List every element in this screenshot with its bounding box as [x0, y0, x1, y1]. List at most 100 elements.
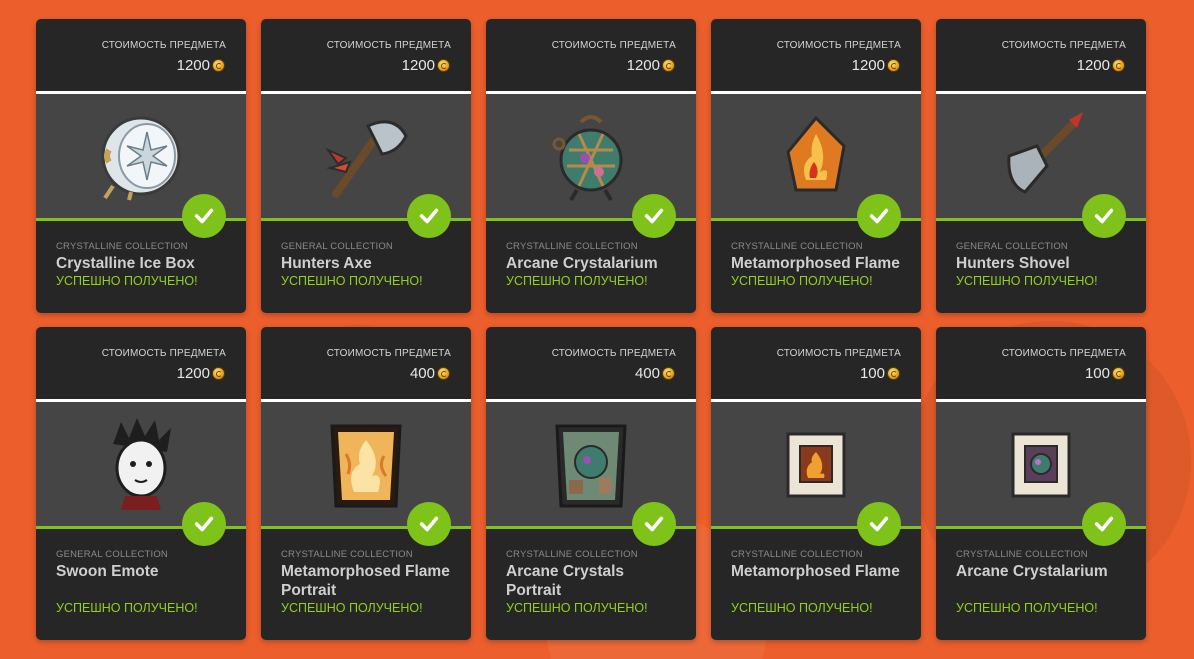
acquired-check-icon — [1082, 194, 1126, 238]
price-value: 1200 — [1076, 57, 1110, 74]
item-image-area — [711, 94, 921, 238]
price-header: СТОИМОСТЬ ПРЕДМЕТА 1200 — [36, 19, 246, 94]
price-header: СТОИМОСТЬ ПРЕДМЕТА 1200 — [486, 19, 696, 94]
coin-icon — [662, 367, 675, 380]
acquired-check-icon — [632, 502, 676, 546]
price: 100 — [1085, 365, 1125, 382]
price-value: 400 — [634, 365, 660, 382]
price-value: 1200 — [401, 57, 435, 74]
crystalarium-frame-icon — [1011, 432, 1071, 498]
flame-portrait-icon — [330, 424, 402, 508]
item-card[interactable]: СТОИМОСТЬ ПРЕДМЕТА 1200 CRYSTALLINE COLL… — [486, 19, 696, 313]
price: 400 — [410, 365, 450, 382]
item-name: Metamorphosed Flame — [731, 255, 900, 272]
price: 1200 — [1077, 57, 1125, 74]
coin-icon — [1112, 59, 1125, 72]
item-name: Arcane Crystalarium — [506, 255, 658, 272]
item-image-area — [711, 402, 921, 546]
price-label: СТОИМОСТЬ ПРЕДМЕТА — [1001, 40, 1126, 51]
status-text: УСПЕШНО ПОЛУЧЕНО! — [956, 274, 1098, 288]
item-card[interactable]: СТОИМОСТЬ ПРЕДМЕТА 1200 GENERAL COLLECTI… — [936, 19, 1146, 313]
acquired-check-icon — [182, 502, 226, 546]
price-label: СТОИМОСТЬ ПРЕДМЕТА — [101, 348, 226, 359]
price: 100 — [860, 365, 900, 382]
crystalarium-icon — [552, 115, 623, 202]
price: 1200 — [177, 365, 225, 382]
coin-icon — [437, 367, 450, 380]
item-card[interactable]: СТОИМОСТЬ ПРЕДМЕТА 1200 GENERAL COLLECTI… — [36, 327, 246, 640]
ice-box-icon — [101, 116, 181, 201]
acquired-check-icon — [407, 502, 451, 546]
coin-icon — [212, 59, 225, 72]
item-image-area — [36, 94, 246, 238]
price-label: СТОИМОСТЬ ПРЕДМЕТА — [1001, 348, 1126, 359]
item-name: Metamorphosed Flame Portrait — [281, 563, 450, 599]
collection-name: GENERAL COLLECTION — [281, 241, 393, 252]
item-image-area — [261, 402, 471, 546]
price: 400 — [635, 365, 675, 382]
price-header: СТОИМОСТЬ ПРЕДМЕТА 1200 — [261, 19, 471, 94]
crystals-portrait-icon — [555, 424, 627, 508]
item-card[interactable]: СТОИМОСТЬ ПРЕДМЕТА 1200 GENERAL COLLECTI… — [261, 19, 471, 313]
price-value: 100 — [859, 365, 885, 382]
item-name: Arcane Crystals Portrait — [506, 563, 625, 599]
item-card[interactable]: СТОИМОСТЬ ПРЕДМЕТА 400 CRYSTALLINE COLLE… — [486, 327, 696, 640]
collection-name: CRYSTALLINE COLLECTION — [56, 241, 188, 252]
collection-name: CRYSTALLINE COLLECTION — [731, 241, 863, 252]
coin-icon — [1112, 367, 1125, 380]
status-text: УСПЕШНО ПОЛУЧЕНО! — [506, 601, 648, 615]
item-card[interactable]: СТОИМОСТЬ ПРЕДМЕТА 1200 CRYSTALLINE COLL… — [711, 19, 921, 313]
axe-icon — [325, 120, 408, 198]
coin-icon — [437, 59, 450, 72]
item-name: Metamorphosed Flame — [731, 563, 900, 580]
item-image-area — [36, 402, 246, 546]
price-label: СТОИМОСТЬ ПРЕДМЕТА — [551, 348, 676, 359]
collection-name: CRYSTALLINE COLLECTION — [506, 549, 638, 560]
item-image-area — [936, 402, 1146, 546]
status-text: УСПЕШНО ПОЛУЧЕНО! — [281, 601, 423, 615]
price-header: СТОИМОСТЬ ПРЕДМЕТА 100 — [936, 327, 1146, 402]
status-text: УСПЕШНО ПОЛУЧЕНО! — [731, 274, 873, 288]
price-header: СТОИМОСТЬ ПРЕДМЕТА 1200 — [36, 327, 246, 402]
item-name: Hunters Shovel — [956, 255, 1070, 272]
coin-icon — [887, 59, 900, 72]
price-value: 1200 — [176, 57, 210, 74]
price-value: 400 — [409, 365, 435, 382]
price: 1200 — [177, 57, 225, 74]
item-card[interactable]: СТОИМОСТЬ ПРЕДМЕТА 100 CRYSTALLINE COLLE… — [936, 327, 1146, 640]
item-name: Swoon Emote — [56, 563, 159, 580]
acquired-check-icon — [407, 194, 451, 238]
item-grid: СТОИМОСТЬ ПРЕДМЕТА 1200 CRYSTALLINE COLL… — [36, 19, 1146, 640]
item-name: Crystalline Ice Box — [56, 255, 195, 272]
price-header: СТОИМОСТЬ ПРЕДМЕТА 400 — [486, 327, 696, 402]
item-name: Hunters Axe — [281, 255, 372, 272]
status-text: УСПЕШНО ПОЛУЧЕНО! — [731, 601, 873, 615]
item-card[interactable]: СТОИМОСТЬ ПРЕДМЕТА 400 CRYSTALLINE COLLE… — [261, 327, 471, 640]
item-name: Arcane Crystalarium — [956, 563, 1108, 580]
item-image-area — [486, 94, 696, 238]
status-text: УСПЕШНО ПОЛУЧЕНО! — [56, 274, 198, 288]
shovel-icon — [1007, 112, 1083, 194]
acquired-check-icon — [632, 194, 676, 238]
item-image-area — [261, 94, 471, 238]
coin-icon — [212, 367, 225, 380]
collection-name: CRYSTALLINE COLLECTION — [731, 549, 863, 560]
price-header: СТОИМОСТЬ ПРЕДМЕТА 400 — [261, 327, 471, 402]
item-card[interactable]: СТОИМОСТЬ ПРЕДМЕТА 100 CRYSTALLINE COLLE… — [711, 327, 921, 640]
status-text: УСПЕШНО ПОЛУЧЕНО! — [506, 274, 648, 288]
coin-icon — [662, 59, 675, 72]
price-header: СТОИМОСТЬ ПРЕДМЕТА 1200 — [936, 19, 1146, 94]
flame-frame-icon — [786, 432, 846, 498]
price-header: СТОИМОСТЬ ПРЕДМЕТА 100 — [711, 327, 921, 402]
item-image-area — [486, 402, 696, 546]
item-card[interactable]: СТОИМОСТЬ ПРЕДМЕТА 1200 CRYSTALLINE COLL… — [36, 19, 246, 313]
price-value: 1200 — [626, 57, 660, 74]
collection-name: GENERAL COLLECTION — [956, 241, 1068, 252]
acquired-check-icon — [857, 194, 901, 238]
flame-crystal-icon — [786, 115, 846, 192]
price-value: 100 — [1084, 365, 1110, 382]
status-text: УСПЕШНО ПОЛУЧЕНО! — [956, 601, 1098, 615]
acquired-check-icon — [182, 194, 226, 238]
price-label: СТОИМОСТЬ ПРЕДМЕТА — [551, 40, 676, 51]
collection-name: CRYSTALLINE COLLECTION — [281, 549, 413, 560]
